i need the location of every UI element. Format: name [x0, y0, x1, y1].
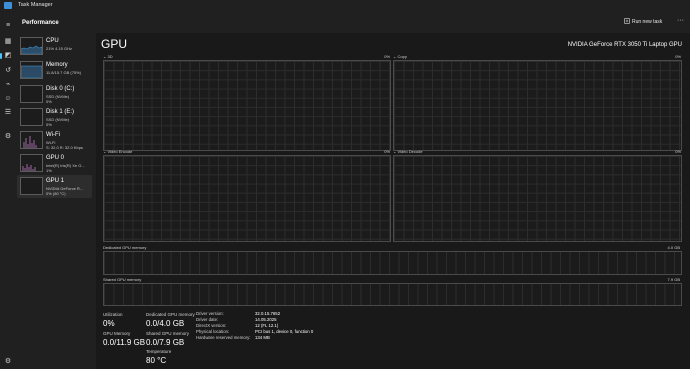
- page-title: Performance: [22, 20, 59, 26]
- device-usage: S: 32.0 R: 32.0 Kbps: [46, 145, 83, 150]
- info-key: Physical location:: [196, 329, 230, 334]
- device-name: GPU 0: [46, 155, 65, 161]
- device-name: Disk 1 (E:): [46, 109, 75, 115]
- engine-label: 3D: [107, 54, 113, 59]
- device-detail: 21% 4.15 GHz: [46, 46, 73, 51]
- device-usage: 0% (80 °C): [46, 191, 66, 196]
- device-name: Wi-Fi: [46, 132, 60, 138]
- gpu0-thumbnail: [20, 154, 43, 172]
- engine-selector-copy[interactable]: ⌄ Copy: [393, 54, 407, 59]
- dedicated-memory-stat-value: 0.0/4.0 GB: [146, 319, 185, 328]
- device-gpu-0[interactable]: GPU 0 Intel(R) Iris(R) Xe G... 1%: [17, 152, 92, 175]
- gpu-title: GPU: [101, 37, 128, 51]
- device-disk-1[interactable]: Disk 1 (E:) SSD (NVMe) 0%: [17, 106, 92, 129]
- graph-copy: [393, 60, 682, 151]
- processes-icon[interactable]: ▦: [4, 38, 12, 46]
- info-value: 134 MB: [255, 335, 270, 340]
- nav-rail: ≡ ▦ ◩ ↺ ⌁ ☺ ☰ ⚙ ⚙: [0, 12, 16, 369]
- info-key: Driver date:: [196, 317, 219, 322]
- device-wifi[interactable]: Wi-Fi Wi-Fi S: 32.0 R: 32.0 Kbps: [17, 129, 92, 152]
- title-bar: Task Manager: [0, 0, 690, 12]
- shared-memory-max: 7.9 GB: [667, 277, 680, 282]
- cpu-thumbnail: [20, 37, 43, 55]
- engine-pct: 0%: [675, 149, 681, 154]
- disk1-thumbnail: [20, 108, 43, 126]
- run-task-icon: [624, 18, 630, 24]
- info-key: Hardware reserved memory:: [196, 335, 251, 340]
- dedicated-memory-graph: [103, 251, 682, 275]
- device-memory[interactable]: Memory 11.8/15.7 GB (75%): [17, 59, 92, 82]
- engine-label: Video Encode: [107, 149, 133, 154]
- gpu-panel: GPU NVIDIA GeForce RTX 3050 Ti Laptop GP…: [96, 33, 690, 369]
- device-detail: 11.8/15.7 GB (75%): [46, 70, 82, 75]
- memory-thumbnail: [20, 61, 43, 79]
- utilization-label: Utilization: [103, 312, 123, 317]
- window-title: Task Manager: [18, 2, 53, 8]
- device-usage: 0%: [46, 99, 52, 104]
- gpu-memory-label: GPU Memory: [103, 331, 131, 336]
- info-value: PCI bus 1, device 0, function 0: [255, 329, 314, 334]
- gpu-memory-value: 0.0/11.9 GB: [103, 338, 146, 347]
- device-usage: 1%: [46, 168, 52, 173]
- chevron-down-icon: ⌄: [393, 149, 397, 154]
- info-value: 14.05.2025: [255, 317, 277, 322]
- utilization-value: 0%: [103, 319, 115, 328]
- engine-pct: 0%: [384, 149, 390, 154]
- temperature-value: 80 °C: [146, 356, 167, 365]
- chevron-down-icon: ⌄: [103, 149, 107, 154]
- chevron-down-icon: ⌄: [393, 54, 397, 59]
- engine-label: Video Decode: [397, 149, 423, 154]
- details-icon[interactable]: ☰: [4, 109, 12, 117]
- services-icon[interactable]: ⚙: [4, 133, 12, 141]
- info-value: 32.0.15.7652: [255, 311, 281, 316]
- shared-memory-stat-label: Shared GPU memory: [146, 331, 190, 336]
- engine-pct: 0%: [384, 54, 390, 59]
- temperature-label: Temperature: [146, 349, 172, 354]
- gpu1-thumbnail: [20, 177, 43, 195]
- device-name: Disk 0 (C:): [46, 86, 75, 92]
- graph-video-decode: [393, 155, 682, 242]
- device-cpu[interactable]: CPU 21% 4.15 GHz: [17, 35, 92, 58]
- engine-selector-3d[interactable]: ⌄ 3D: [103, 54, 113, 59]
- shared-memory-label: Shared GPU memory: [103, 277, 142, 282]
- settings-icon[interactable]: ⚙: [4, 358, 12, 366]
- device-usage: 0%: [46, 122, 52, 127]
- task-manager-icon: [4, 2, 12, 9]
- device-name: Memory: [46, 62, 68, 68]
- hamburger-icon[interactable]: ≡: [4, 22, 12, 30]
- dedicated-memory-label: Dedicated GPU memory: [103, 245, 147, 250]
- app-history-icon[interactable]: ↺: [4, 67, 12, 75]
- dedicated-memory-stat-label: Dedicated GPU memory: [146, 312, 195, 317]
- run-new-task-label: Run new task: [632, 19, 663, 25]
- run-new-task-button[interactable]: Run new task: [624, 18, 663, 25]
- more-options-icon[interactable]: ···: [677, 17, 684, 24]
- chevron-down-icon: ⌄: [103, 54, 107, 59]
- engine-selector-video-encode[interactable]: ⌄ Video Encode: [103, 149, 132, 154]
- gpu-model: NVIDIA GeForce RTX 3050 Ti Laptop GPU: [567, 42, 682, 48]
- performance-icon[interactable]: ◩: [0, 52, 12, 60]
- info-key: Driver version:: [196, 311, 224, 316]
- engine-label: Copy: [397, 54, 407, 59]
- dedicated-memory-max: 4.0 GB: [667, 245, 680, 250]
- graph-video-encode: [103, 155, 391, 242]
- disk0-thumbnail: [20, 85, 43, 103]
- shared-memory-stat-value: 0.0/7.9 GB: [146, 338, 185, 347]
- device-disk-0[interactable]: Disk 0 (C:) SSD (NVMe) 0%: [17, 83, 92, 106]
- device-gpu-1[interactable]: GPU 1 NVIDIA GeForce R... 0% (80 °C): [17, 175, 92, 198]
- shared-memory-graph: [103, 283, 682, 306]
- graph-3d: [103, 60, 391, 151]
- wifi-thumbnail: [20, 131, 43, 149]
- engine-pct: 0%: [675, 54, 681, 59]
- startup-apps-icon[interactable]: ⌁: [4, 81, 12, 89]
- info-value: 12 (FL 12.1): [255, 323, 279, 328]
- device-name: GPU 1: [46, 178, 65, 184]
- users-icon[interactable]: ☺: [4, 95, 12, 103]
- engine-selector-video-decode[interactable]: ⌄ Video Decode: [393, 149, 423, 154]
- device-name: CPU: [46, 38, 59, 44]
- info-key: DirectX version:: [196, 323, 227, 328]
